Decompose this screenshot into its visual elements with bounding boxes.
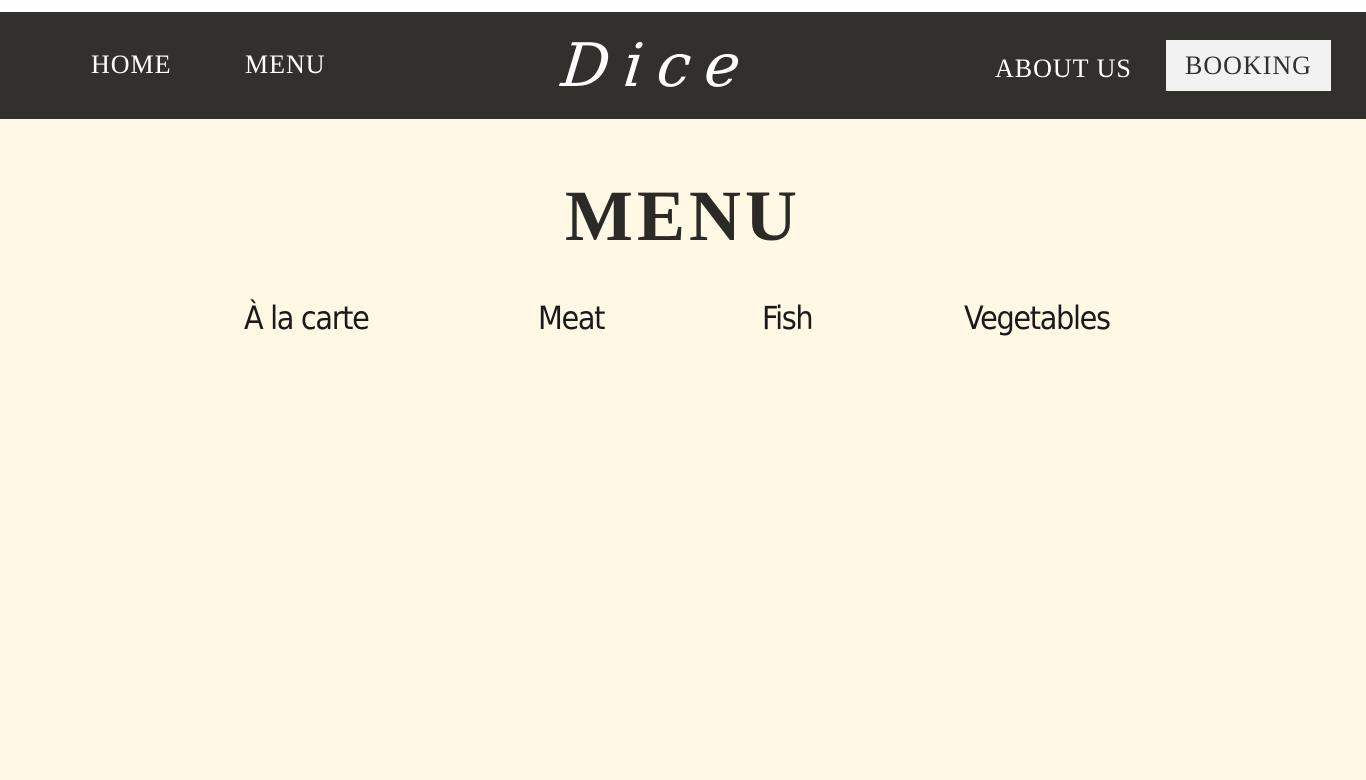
page-title: MENU: [565, 176, 801, 256]
nav-home-link[interactable]: HOME: [91, 11, 172, 118]
nav-about-us-link[interactable]: ABOUT US: [995, 15, 1132, 122]
booking-button[interactable]: BOOKING: [1166, 40, 1331, 91]
category-meat[interactable]: Meat: [538, 296, 605, 340]
dice-logo[interactable]: Dice: [558, 26, 776, 106]
top-navbar: HOME MENU Dice ABOUT US BOOKING: [0, 12, 1366, 119]
top-strip: [0, 0, 1366, 12]
category-vegetables[interactable]: Vegetables: [964, 296, 1111, 340]
category-a-la-carte[interactable]: À la carte: [244, 296, 370, 340]
category-fish[interactable]: Fish: [762, 296, 814, 340]
nav-menu-link[interactable]: MENU: [245, 11, 326, 118]
